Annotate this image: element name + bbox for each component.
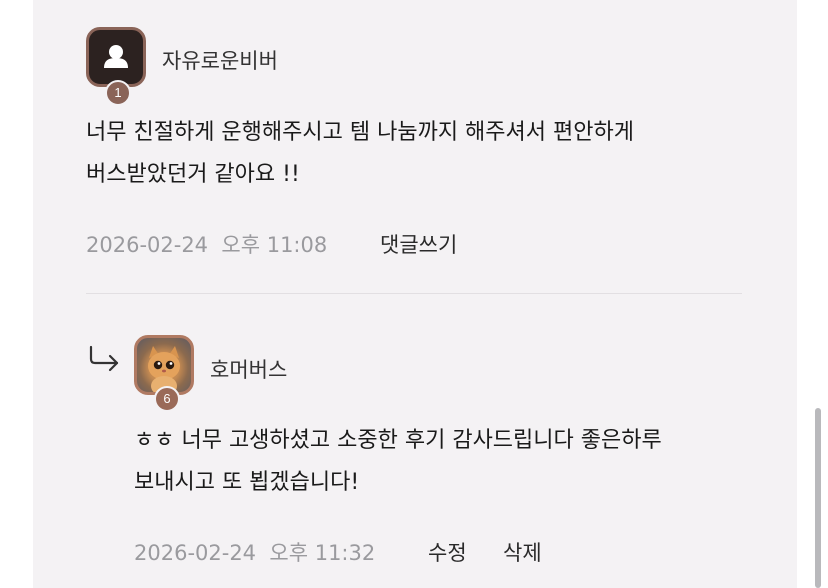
level-badge: 6 — [154, 386, 180, 412]
reply-text: ㅎㅎ 너무 고생하셨고 소중한 후기 감사드립니다 좋은하루 보내시고 또 뵙겠… — [134, 420, 662, 504]
user-silhouette-icon — [104, 45, 128, 68]
scrollbar[interactable] — [815, 408, 821, 588]
level-badge: 1 — [105, 80, 131, 106]
comment-text: 너무 친절하게 운행해주시고 템 나눔까지 해주셔서 편안하게 버스받았던거 같… — [86, 112, 634, 196]
divider — [86, 293, 742, 294]
commenter-name[interactable]: 자유로운비버 — [162, 45, 278, 75]
write-reply-button[interactable]: 댓글쓰기 — [380, 229, 457, 259]
reply-arrow-icon — [89, 345, 119, 372]
comment-timestamp: 2026-02-24 오후 11:08 — [86, 233, 328, 257]
reply-timestamp: 2026-02-24 오후 11:32 — [134, 541, 376, 565]
edit-button[interactable]: 수정 — [428, 537, 467, 567]
reply-author-name[interactable]: 호머버스 — [210, 354, 287, 384]
commenter-avatar[interactable] — [86, 27, 146, 87]
reply-text-line: 보내시고 또 뵙겠습니다! — [134, 470, 360, 495]
delete-button[interactable]: 삭제 — [503, 537, 542, 567]
cat-illustration — [148, 346, 180, 392]
comment-text-line: 너무 친절하게 운행해주시고 템 나눔까지 해주셔서 편안하게 — [86, 120, 634, 145]
reply-text-line: ㅎㅎ 너무 고생하셨고 소중한 후기 감사드립니다 좋은하루 — [134, 428, 662, 453]
comment-text-line: 버스받았던거 같아요 !! — [86, 162, 300, 187]
